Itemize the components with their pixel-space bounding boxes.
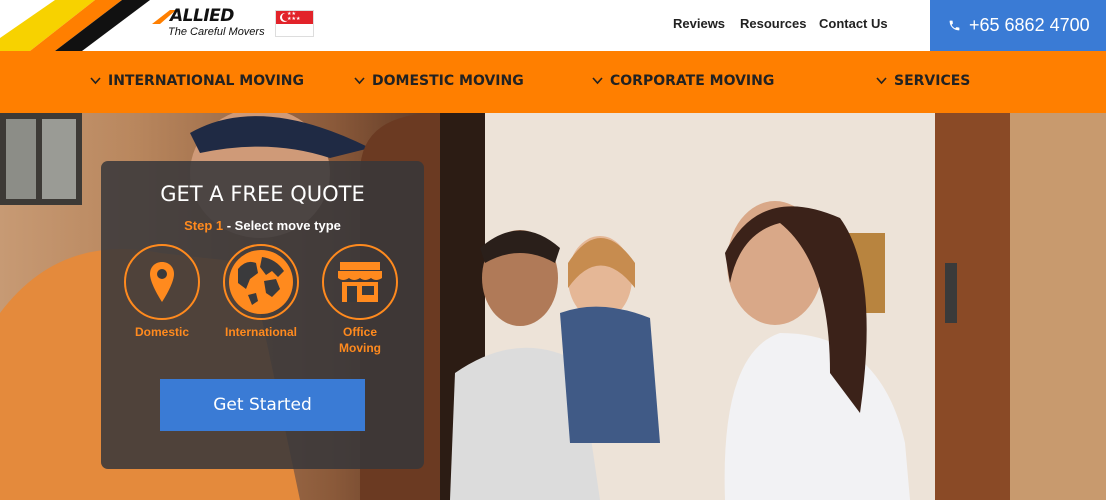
top-bar: ALLIED The Careful Movers ★★ ★★★ Reviews … [0, 0, 1106, 51]
singapore-flag-icon[interactable]: ★★ ★★★ [275, 10, 314, 37]
nav-services[interactable]: SERVICES [876, 73, 970, 89]
globe-icon [229, 250, 293, 314]
chevron-down-icon [592, 77, 603, 85]
option-label: International [224, 325, 297, 339]
reviews-link[interactable]: Reviews [673, 16, 725, 31]
step-text: - Select move type [223, 218, 341, 233]
quote-step: Step 1 - Select move type [101, 218, 424, 233]
main-nav: INTERNATIONAL MOVING DOMESTIC MOVING COR… [0, 51, 1106, 113]
chevron-down-icon [354, 77, 365, 85]
storefront-icon [338, 262, 382, 302]
option-label: Domestic [134, 325, 190, 339]
step-number: Step 1 [184, 218, 224, 233]
get-started-button[interactable]: Get Started [160, 379, 365, 431]
resources-link[interactable]: Resources [740, 16, 806, 31]
hero-image: GET A FREE QUOTE Step 1 - Select move ty… [0, 113, 1106, 500]
chevron-down-icon [90, 77, 101, 85]
option-label: Office Moving [339, 325, 381, 355]
nav-international-moving[interactable]: INTERNATIONAL MOVING [90, 73, 304, 89]
move-type-domestic[interactable]: Domestic [124, 244, 200, 340]
allied-logo[interactable]: ALLIED The Careful Movers [152, 6, 265, 44]
phone-icon [949, 20, 960, 31]
phone-number: +65 6862 4700 [969, 15, 1090, 35]
nav-label: DOMESTIC MOVING [372, 73, 524, 89]
move-type-international[interactable]: International [223, 244, 299, 340]
quote-card: GET A FREE QUOTE Step 1 - Select move ty… [101, 161, 424, 469]
quote-title: GET A FREE QUOTE [160, 182, 365, 206]
map-pin-icon [150, 262, 174, 302]
contact-us-link[interactable]: Contact Us [819, 16, 888, 31]
nav-domestic-moving[interactable]: DOMESTIC MOVING [354, 73, 524, 89]
chevron-down-icon [876, 77, 887, 85]
logo-wordmark: ALLIED [170, 6, 234, 26]
nav-label: SERVICES [894, 73, 971, 89]
nav-corporate-moving[interactable]: CORPORATE MOVING [592, 73, 774, 89]
logo-stripes-decoration [0, 0, 150, 51]
nav-label: CORPORATE MOVING [610, 73, 775, 89]
logo-tagline: The Careful Movers [168, 26, 265, 38]
phone-button[interactable]: +65 6862 4700 [930, 0, 1106, 51]
nav-label: INTERNATIONAL MOVING [108, 73, 304, 89]
move-type-office[interactable]: Office Moving [322, 244, 398, 356]
